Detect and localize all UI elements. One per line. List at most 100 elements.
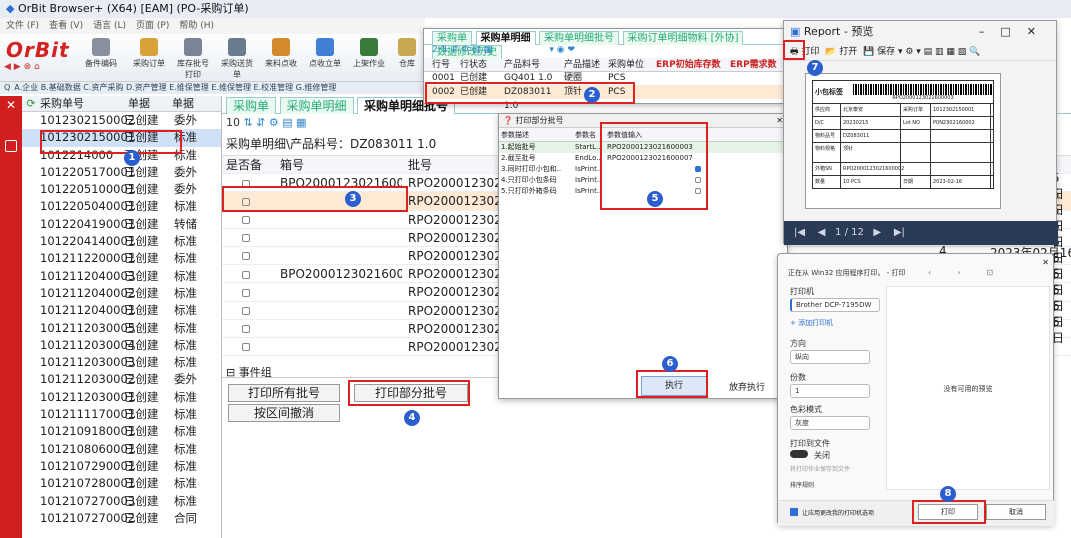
- po-list-row[interactable]: 1012112200001 已创建 标准: [22, 250, 221, 267]
- refresh-icon[interactable]: ⟳: [22, 96, 40, 111]
- menu-file[interactable]: 文件 (F): [6, 18, 39, 34]
- col-spare[interactable]: 是否备: [222, 156, 270, 173]
- toggle-off-label: 关闭: [814, 451, 830, 460]
- toolbar-receive-order-button[interactable]: 点收立单: [306, 36, 344, 80]
- po-list-row[interactable]: 1012108060001 已创建 标准: [22, 441, 221, 458]
- row-checkbox[interactable]: [242, 288, 250, 297]
- label-field-cell: 2023-02-16: [931, 176, 991, 188]
- color-select[interactable]: 灰度: [790, 416, 870, 430]
- label-fields: 供应商 北京泰安 采购订单 1012302150001 D/C 20230215 Lot N…: [812, 104, 994, 189]
- po-status: 已创建: [124, 268, 159, 283]
- label-field-cell: 北京泰安: [841, 104, 901, 116]
- preview-area: 没有可用的预览: [886, 286, 1050, 490]
- po-list-row[interactable]: 1012112030003 已创建 标准: [22, 354, 221, 371]
- cancel-button[interactable]: 取消: [986, 504, 1046, 520]
- row-checkbox[interactable]: [242, 307, 250, 315]
- step-5-badge: 5: [647, 191, 663, 207]
- po-list-row[interactable]: 1012205040001 已创建 标准: [22, 198, 221, 215]
- add-printer-link[interactable]: + 添加打印机: [790, 318, 833, 328]
- po-number: 1012107270003: [40, 493, 136, 508]
- highlight-selected-po: [40, 130, 182, 154]
- po-status: 已创建: [124, 320, 159, 335]
- row-checkbox[interactable]: [242, 343, 250, 352]
- toolbar-spare-code-button[interactable]: 备件编码: [82, 36, 120, 80]
- col-type[interactable]: 单据: [172, 96, 212, 111]
- row-checkbox[interactable]: [242, 270, 250, 279]
- toolbar-receive-button[interactable]: 来料点收: [262, 36, 300, 80]
- row-checkbox[interactable]: [242, 216, 250, 225]
- col-po-number[interactable]: 采购单号: [40, 96, 128, 111]
- po-list-row[interactable]: 1012111170001 已创建 标准: [22, 406, 221, 423]
- toolbar-purchase-order-button[interactable]: 采购订单: [130, 36, 168, 80]
- menu-help[interactable]: 帮助 (H): [179, 18, 214, 34]
- panel-icon[interactable]: [5, 140, 17, 152]
- report-open-button[interactable]: 打开: [839, 47, 857, 57]
- po-list-row[interactable]: 1012204140001 已创建 标准: [22, 233, 221, 250]
- report-save-button[interactable]: 保存: [877, 47, 895, 57]
- row-checkbox[interactable]: [242, 234, 250, 243]
- menu-language[interactable]: 语言 (L): [93, 18, 126, 34]
- first-page-icon[interactable]: |◀: [794, 227, 805, 238]
- prev-page-icon[interactable]: ◀: [818, 227, 826, 238]
- printer-label: 打印机: [790, 287, 814, 296]
- toolbar-warehouse-button[interactable]: 仓库: [390, 36, 424, 80]
- po-list-row[interactable]: 1012204190001 已创建 转储: [22, 216, 221, 233]
- next-page-icon[interactable]: ▶: [873, 227, 881, 238]
- po-list-row[interactable]: 1012205170001 已创建 委外: [22, 164, 221, 181]
- po-list-row[interactable]: 1012107290001 已创建 标准: [22, 458, 221, 475]
- close-icon[interactable]: ✕: [1042, 258, 1049, 267]
- popup-tab-po[interactable]: 采购单: [432, 31, 472, 45]
- app-options-checkbox[interactable]: [790, 508, 798, 516]
- menu-page[interactable]: 页面 (P): [136, 18, 169, 34]
- po-list-row[interactable]: 1012112030001 已创建 标准: [22, 389, 221, 406]
- po-number: 1012112030004: [40, 337, 136, 352]
- po-list-row[interactable]: 1012112030004 已创建 标准: [22, 337, 221, 354]
- window-controls-icon[interactable]: –□✕: [979, 21, 1056, 43]
- nav-arrows-icon[interactable]: ◀ ▶ ⊗ ⌂: [4, 62, 40, 72]
- tab-po[interactable]: 采购单: [226, 97, 277, 114]
- po-list-row[interactable]: 1012109180001 已创建 标准: [22, 423, 221, 440]
- close-icon[interactable]: ✕: [0, 98, 22, 112]
- search-icon[interactable]: Q: [0, 83, 14, 92]
- popup-tab-material[interactable]: 采购订单明细物料 [外协]: [622, 31, 744, 45]
- copies-field[interactable]: 1: [790, 384, 870, 398]
- po-number: 1012205170001: [40, 164, 136, 179]
- po-list-row[interactable]: 1012107270003 已创建 标准: [22, 493, 221, 510]
- more-settings-link[interactable]: 排序规则: [790, 480, 814, 489]
- po-list-row[interactable]: 1012205100001 已创建 委外: [22, 181, 221, 198]
- toolbar-delivery-button[interactable]: 采购送货单: [218, 36, 256, 80]
- po-status: 已创建: [124, 199, 159, 214]
- orientation-select[interactable]: 纵向: [790, 350, 870, 364]
- po-list-row[interactable]: 1012112030005 已创建 标准: [22, 320, 221, 337]
- po-list-row[interactable]: 1012107280001 已创建 标准: [22, 475, 221, 492]
- abandon-button[interactable]: 放弃执行: [729, 380, 765, 393]
- last-page-icon[interactable]: ▶|: [894, 227, 905, 238]
- row-checkbox[interactable]: [242, 325, 250, 334]
- save-icon[interactable]: 💾: [863, 47, 874, 57]
- param-cell: 3.同时打印小包和..: [501, 165, 562, 173]
- toolbar-shelving-button[interactable]: 上架作业: [350, 36, 388, 80]
- print-to-file-toggle[interactable]: [790, 450, 808, 458]
- po-list-row[interactable]: 1012112040001 已创建 标准: [22, 302, 221, 319]
- po-list-row[interactable]: 1012112040003 已创建 标准: [22, 268, 221, 285]
- print-all-batches-button[interactable]: 打印所有批号: [228, 384, 340, 402]
- po-list-row[interactable]: 1012112040002 已创建 标准: [22, 285, 221, 302]
- toolbar-print-batch-button[interactable]: 库存批号打印: [174, 36, 212, 80]
- popup-tab-batch[interactable]: 采购单明细批号: [539, 31, 619, 45]
- po-list-row[interactable]: 1012302150002 已创建 委外: [22, 112, 221, 129]
- po-list-row[interactable]: 1012112030002 已创建 委外: [22, 371, 221, 388]
- open-icon[interactable]: 📂: [825, 47, 836, 57]
- popup-tab-po-detail[interactable]: 采购单明细: [475, 31, 536, 45]
- po-list-row[interactable]: 1012107270002 已创建 合同: [22, 510, 221, 527]
- printer-select[interactable]: Brother DCP-7195DW: [790, 298, 880, 312]
- label-field-cell: 日期: [901, 176, 931, 188]
- col-box[interactable]: 箱号: [270, 156, 402, 173]
- dialog-help-icon: ❓: [503, 116, 513, 125]
- cancel-by-range-button[interactable]: 按区间撤消: [228, 404, 340, 422]
- preview-nav-icon[interactable]: ‹›⊡: [928, 268, 1019, 277]
- grid-tools-icon[interactable]: ⇅ ⇵ ⚙ ▤ ▦: [244, 116, 307, 129]
- menu-view[interactable]: 查看 (V): [49, 18, 83, 34]
- tab-po-detail[interactable]: 采购单明细: [279, 97, 354, 114]
- col-status[interactable]: 单据: [128, 96, 172, 111]
- row-checkbox[interactable]: [242, 252, 250, 261]
